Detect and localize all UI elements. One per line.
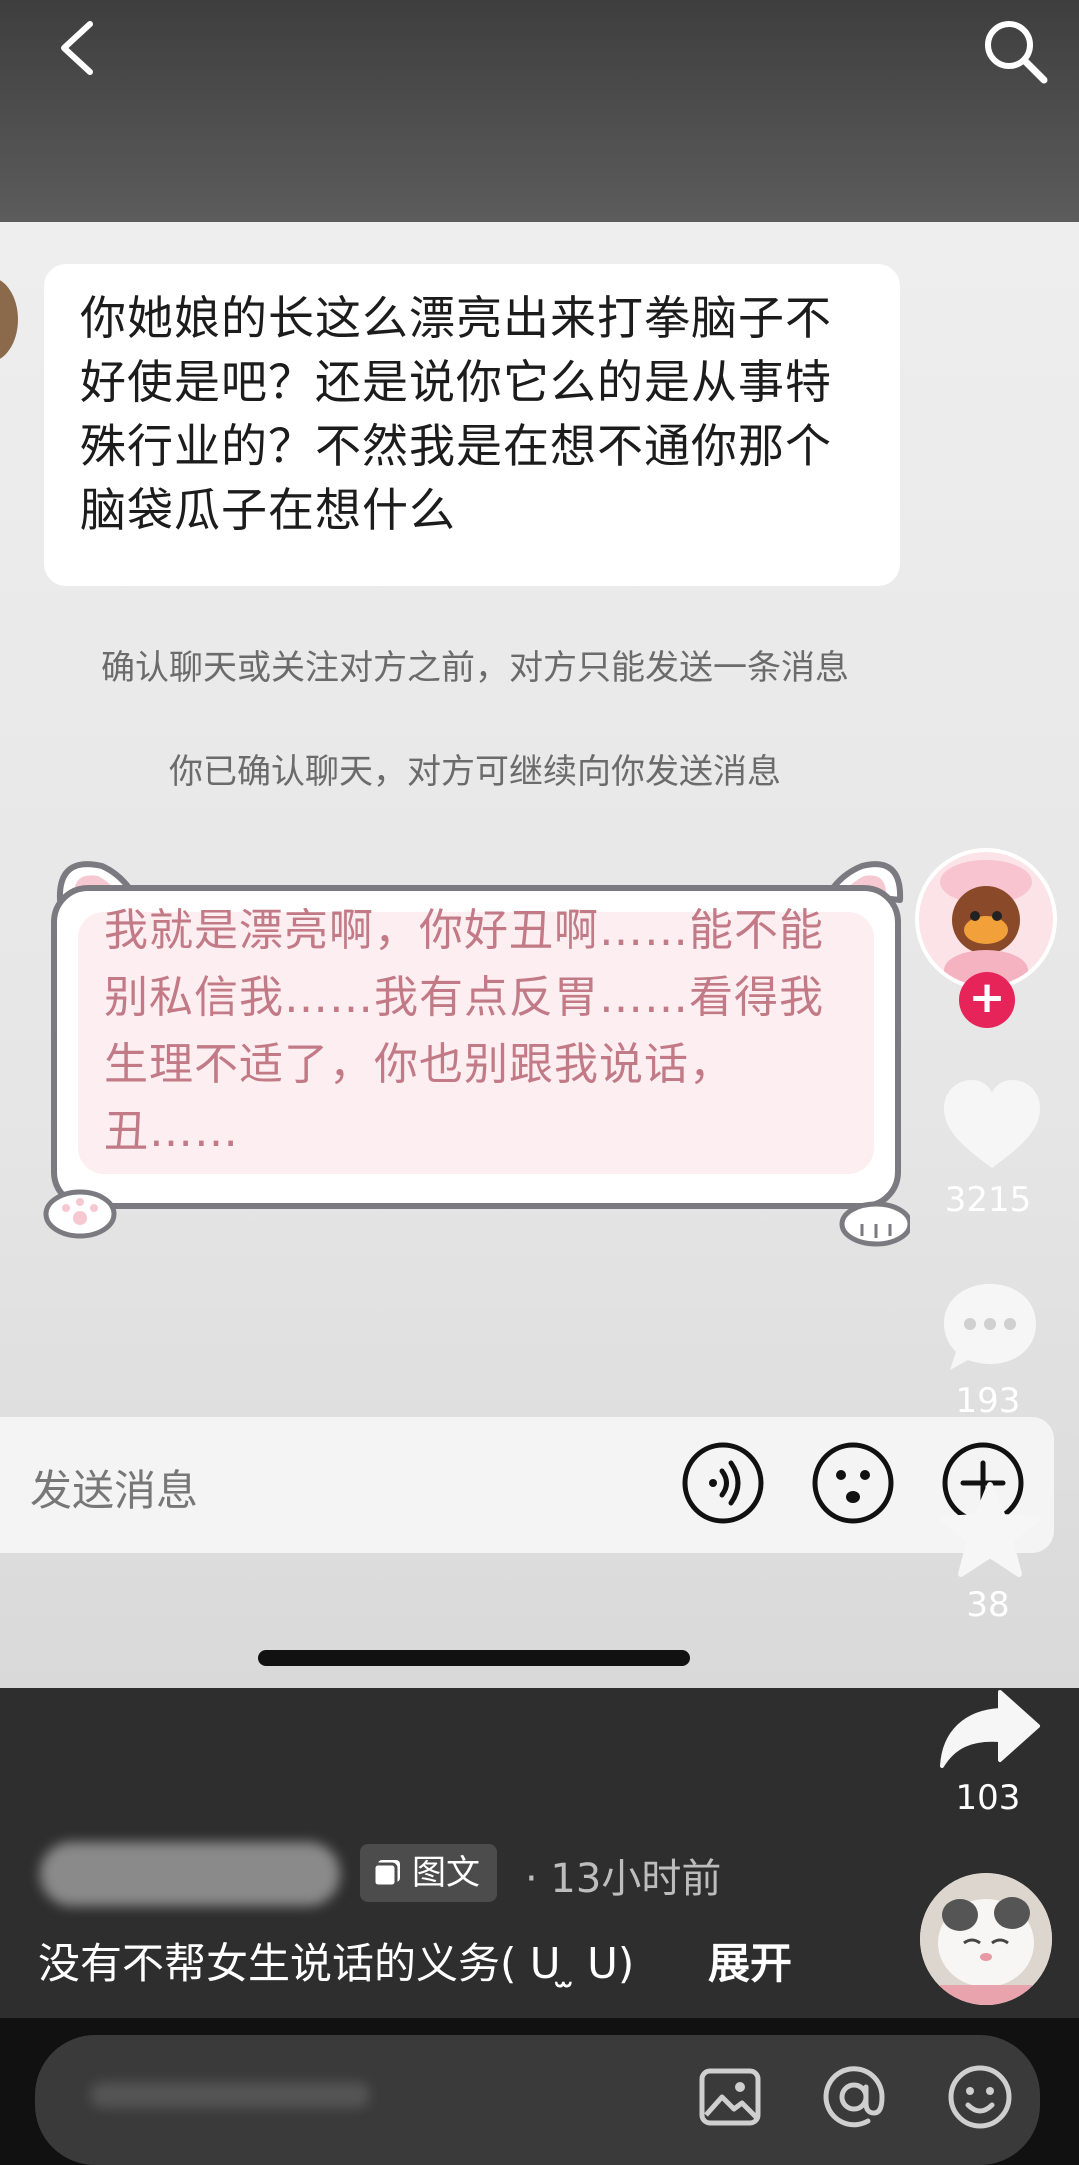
post-time: · 13小时前 — [525, 1856, 722, 1902]
chat-screenshot: 你她娘的长这么漂亮出来打拳脑子不好使是吧？还是说你它么的是从事特殊行业的？不然我… — [0, 222, 1079, 1688]
incoming-message-text: 你她娘的长这么漂亮出来打拳脑子不好使是吧？还是说你它么的是从事特殊行业的？不然我… — [80, 291, 832, 537]
comment-placeholder-blurred[interactable] — [90, 2082, 370, 2108]
image-icon[interactable] — [696, 2063, 764, 2131]
post-type-tag: 图文 — [360, 1844, 497, 1902]
comment-count: 193 — [955, 1381, 1021, 1421]
expand-button[interactable]: 展开 — [708, 1930, 792, 1991]
back-arrow-icon[interactable] — [52, 18, 112, 78]
author-name-blurred[interactable] — [40, 1842, 340, 1906]
sender-avatar — [0, 277, 18, 362]
reply-message-text: 我就是漂亮啊，你好丑啊……能不能别私信我……我有点反胃……看得我生理不适了，你也… — [104, 905, 824, 1157]
search-icon[interactable] — [980, 16, 1050, 86]
favorite-count: 38 — [966, 1585, 1010, 1625]
message-input-placeholder[interactable]: 发送消息 — [30, 1457, 198, 1518]
author-avatar-image — [919, 852, 1053, 986]
notice-limit: 确认聊天或关注对方之前，对方只能发送一条消息 — [101, 648, 849, 688]
reply-message: 我就是漂亮啊，你好丑啊……能不能别私信我……我有点反胃……看得我生理不适了，你也… — [104, 897, 844, 1165]
emoji-icon[interactable] — [809, 1439, 897, 1527]
top-bar — [0, 0, 1079, 222]
cat-avatar-image — [920, 1873, 1052, 2005]
incoming-message-bubble: 你她娘的长这么漂亮出来打拳脑子不好使是吧？还是说你它么的是从事特殊行业的？不然我… — [44, 264, 900, 586]
post-caption: 没有不帮女生说话的义务( ᑌ ̫ ᑌ) — [38, 1939, 635, 1988]
like-count: 3215 — [944, 1180, 1032, 1220]
follow-button[interactable]: + — [959, 972, 1015, 1028]
at-icon[interactable] — [820, 2063, 888, 2131]
music-avatar[interactable] — [920, 1873, 1052, 2005]
message-input-bar[interactable]: 发送消息 — [0, 1417, 1054, 1553]
image-text-icon — [372, 1860, 400, 1888]
share-icon[interactable] — [938, 1688, 1042, 1768]
voice-icon[interactable] — [679, 1439, 767, 1527]
home-indicator — [258, 1650, 690, 1666]
comment-emoji-icon[interactable] — [946, 2063, 1014, 2131]
share-count: 103 — [955, 1778, 1021, 1818]
notice-confirmed: 你已确认聊天，对方可继续向你发送消息 — [169, 752, 781, 792]
author-avatar[interactable] — [915, 848, 1057, 990]
post-type-label: 图文 — [412, 1853, 480, 1893]
heart-icon[interactable] — [942, 1078, 1042, 1172]
comment-icon[interactable] — [940, 1280, 1040, 1375]
star-icon[interactable] — [940, 1482, 1040, 1578]
